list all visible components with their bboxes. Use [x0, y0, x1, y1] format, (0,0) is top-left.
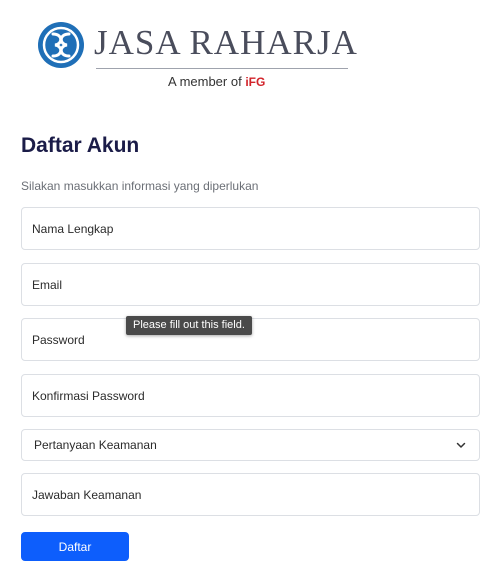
- page-title: Daftar Akun: [21, 134, 140, 157]
- page-subtitle: Silakan masukkan informasi yang diperluk…: [21, 179, 259, 193]
- validation-tooltip: Please fill out this field.: [126, 316, 252, 335]
- security-question-value: Pertanyaan Keamanan: [34, 438, 157, 452]
- full-name-input[interactable]: [21, 207, 480, 250]
- chevron-down-icon: [456, 442, 466, 448]
- brand-divider: [96, 68, 348, 69]
- security-answer-input[interactable]: [21, 473, 480, 516]
- member-of-line: A member of iFG: [168, 74, 265, 90]
- email-input[interactable]: [21, 263, 480, 306]
- security-question-select[interactable]: Pertanyaan Keamanan: [21, 429, 480, 461]
- jasa-raharja-emblem-icon: [38, 22, 84, 68]
- brand-name: JASA RAHARJA: [94, 23, 358, 62]
- ifg-logo: iFG: [245, 75, 266, 89]
- member-of-text: A member of: [168, 74, 242, 89]
- confirm-password-input[interactable]: [21, 374, 480, 417]
- register-button[interactable]: Daftar: [21, 532, 129, 561]
- brand-logo: JASA RAHARJA A member of iFG: [36, 20, 357, 92]
